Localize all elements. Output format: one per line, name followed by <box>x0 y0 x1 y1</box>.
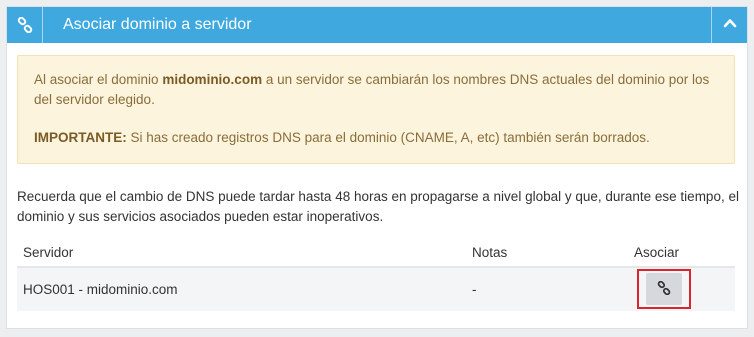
link-icon <box>657 280 671 298</box>
link-icon <box>7 7 43 43</box>
panel-header: Asociar dominio a servidor <box>7 7 747 43</box>
panel-title: Asociar dominio a servidor <box>63 16 252 33</box>
column-header-notas: Notas <box>466 238 628 268</box>
alert-domain: midominio.com <box>162 72 263 87</box>
associate-button[interactable] <box>646 273 682 305</box>
column-header-asociar: Asociar <box>628 238 735 268</box>
collapse-button[interactable] <box>711 7 747 43</box>
alert-important: IMPORTANTE: Si has creado registros DNS … <box>34 130 650 145</box>
server-name-cell: HOS001 - midominio.com <box>17 267 466 311</box>
associate-domain-panel: Asociar dominio a servidor Al asociar el… <box>6 6 748 329</box>
server-table: Servidor Notas Asociar HOS001 - midomini… <box>17 238 735 311</box>
notes-cell: - <box>466 267 628 311</box>
highlight-box <box>637 269 691 309</box>
associate-cell <box>628 267 735 311</box>
warning-alert: Al asociar el dominio midominio.com a un… <box>17 55 735 164</box>
column-header-servidor: Servidor <box>17 238 466 268</box>
table-row: HOS001 - midominio.com - <box>17 267 735 311</box>
alert-message: Al asociar el dominio midominio.com a un… <box>34 72 710 107</box>
chevron-up-icon <box>722 15 738 36</box>
dns-propagation-notice: Recuerda que el cambio de DNS puede tard… <box>17 189 739 224</box>
important-label: IMPORTANTE: <box>34 130 127 145</box>
